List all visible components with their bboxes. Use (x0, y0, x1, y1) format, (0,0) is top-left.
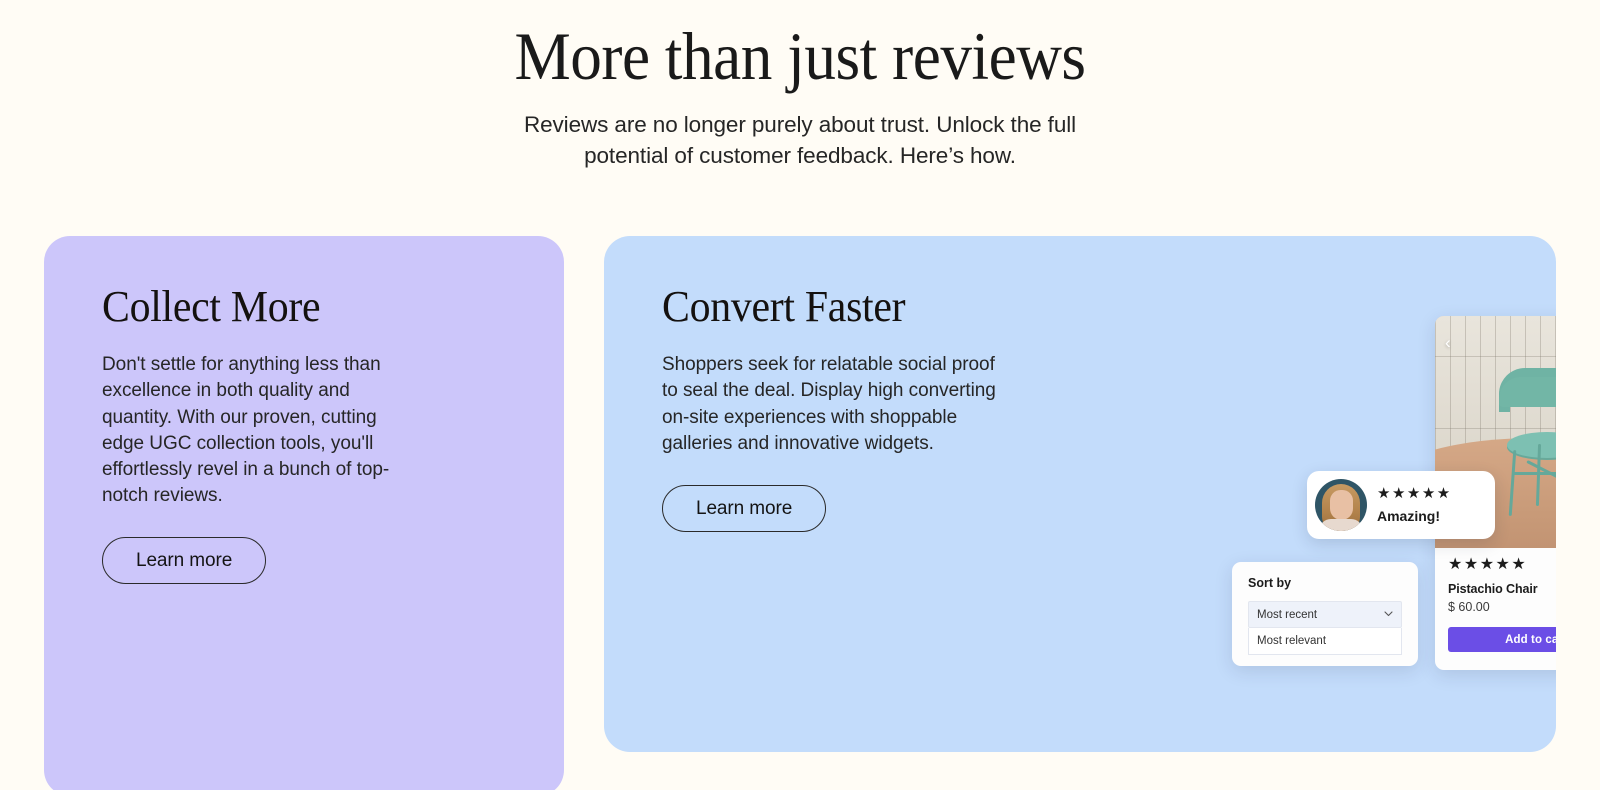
product-name: Pistachio Chair (1448, 582, 1538, 596)
chevron-down-icon (1384, 609, 1393, 620)
learn-more-button-convert-faster[interactable]: Learn more (662, 485, 827, 532)
card-convert-faster: Convert Faster Shoppers seek for relatab… (604, 236, 1556, 752)
review-bubble: ★★★★★ Amazing! (1307, 471, 1495, 539)
add-to-cart-button[interactable]: Add to cart (1448, 627, 1556, 652)
sort-by-option-most-relevant[interactable]: Most relevant (1248, 628, 1402, 655)
review-content: ★★★★★ Amazing! (1377, 486, 1452, 524)
widget-mockup: Sort by Most recent Most relevant ★★★★★ … (1030, 236, 1556, 752)
sort-by-widget: Sort by Most recent Most relevant (1232, 562, 1418, 666)
page-header: More than just reviews Reviews are no lo… (0, 0, 1600, 171)
avatar-shoulder (1319, 519, 1363, 531)
learn-more-button-collect-more[interactable]: Learn more (102, 537, 267, 585)
card-body-convert-faster: Shoppers seek for relatable social proof… (662, 354, 996, 454)
card-title-collect-more: Collect More (102, 282, 321, 331)
prev-arrow-icon[interactable]: ‹ (1445, 334, 1451, 351)
sort-by-select[interactable]: Most recent (1248, 601, 1402, 628)
avatar-face (1330, 490, 1353, 520)
chair-leg (1508, 449, 1517, 517)
chair-rail-diagonal (1526, 459, 1556, 480)
sort-by-label: Sort by (1248, 576, 1292, 590)
card-collect-more: Collect More Don't settle for anything l… (44, 236, 564, 790)
chair-backrest-fill (1499, 377, 1556, 407)
chair-illustration (1491, 368, 1556, 518)
product-info: ★★★★★ Pistachio Chair $ 60.00 (1435, 548, 1556, 615)
sort-by-selected-value: Most recent (1257, 608, 1318, 621)
avatar (1315, 479, 1367, 531)
review-text: Amazing! (1377, 508, 1440, 524)
photo-wall-line (1435, 356, 1556, 357)
product-price: $ 60.00 (1448, 600, 1490, 614)
review-star-rating: ★★★★★ (1377, 485, 1452, 502)
feature-cards: Collect More Don't settle for anything l… (0, 236, 1600, 790)
page-title: More than just reviews (514, 18, 1086, 94)
product-star-rating: ★★★★★ (1448, 556, 1528, 573)
card-body-collect-more: Don't settle for anything less than exce… (102, 354, 390, 507)
page-subtitle: Reviews are no longer purely about trust… (523, 112, 1077, 169)
